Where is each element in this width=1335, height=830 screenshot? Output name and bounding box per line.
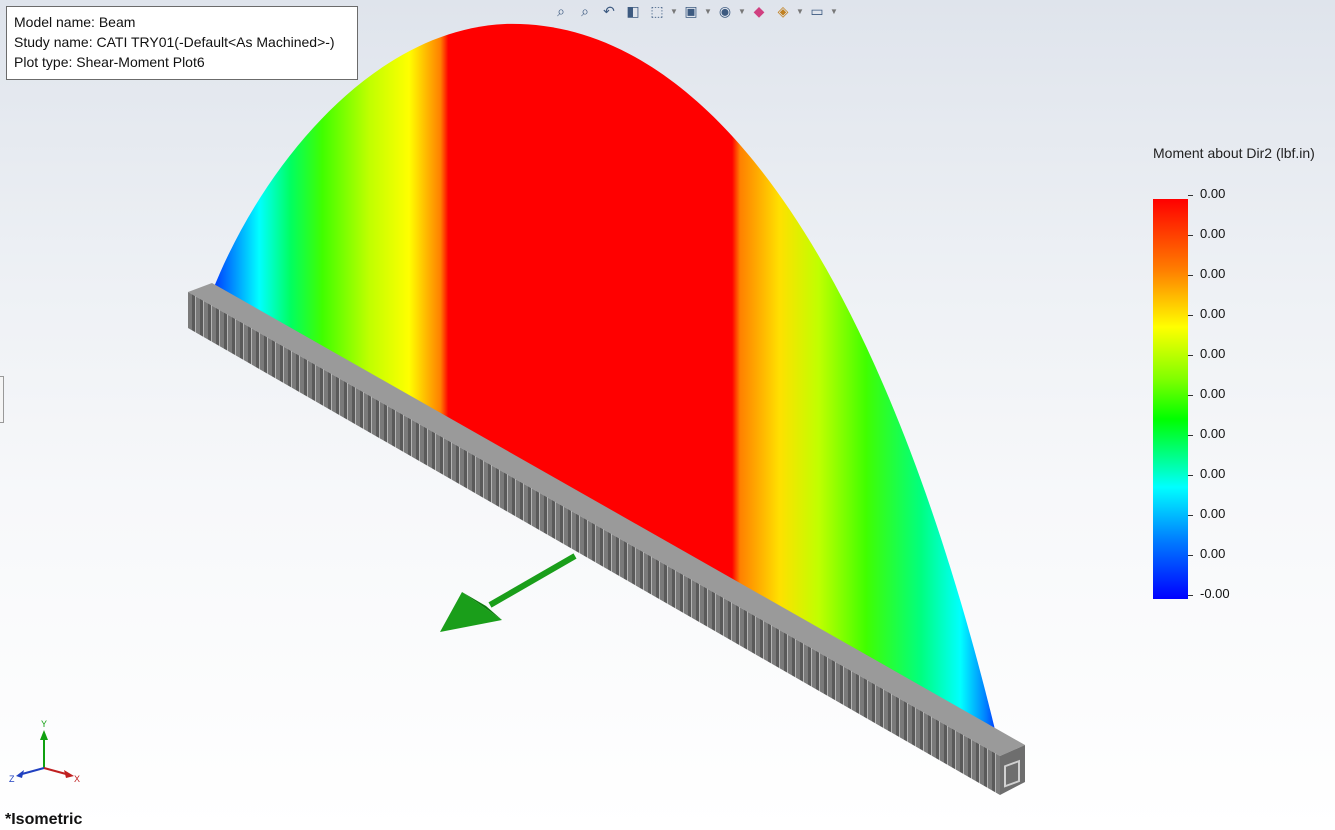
view-settings-icon[interactable]: ▭ <box>806 0 828 22</box>
legend-tick <box>1188 555 1193 556</box>
legend-tick <box>1188 355 1193 356</box>
legend-tick <box>1188 515 1193 516</box>
legend-tick <box>1188 435 1193 436</box>
legend-color-bar <box>1153 199 1188 599</box>
zoom-to-fit-icon[interactable]: ⌕ <box>550 0 572 22</box>
legend-value-label: 0.00 <box>1200 306 1226 321</box>
legend-value-label: 0.00 <box>1200 346 1226 361</box>
legend-tick <box>1188 315 1193 316</box>
legend-tick <box>1188 595 1193 596</box>
view-orientation-icon[interactable]: ⬚ <box>646 0 668 22</box>
legend-tick <box>1188 475 1193 476</box>
legend-value-label: 0.00 <box>1200 186 1226 201</box>
legend-value-label: 0.00 <box>1200 386 1226 401</box>
plot-info-box: Model name: Beam Study name: CATI TRY01(… <box>6 6 358 80</box>
triad-x-label: X <box>74 774 80 784</box>
legend-value-label: 0.00 <box>1200 226 1226 241</box>
legend-value-label: 0.00 <box>1200 546 1226 561</box>
axis-triad: Y X Z <box>9 719 80 784</box>
triad-y-label: Y <box>41 719 47 729</box>
zoom-to-area-icon[interactable]: ⌕ <box>574 0 596 22</box>
study-name-label: Study name: CATI TRY01(-Default<As Machi… <box>14 34 335 50</box>
legend-tick <box>1188 275 1193 276</box>
chevron-down-icon[interactable]: ▼ <box>830 7 838 16</box>
legend-tick <box>1188 195 1193 196</box>
display-style-icon[interactable]: ▣ <box>680 0 702 22</box>
graphics-viewport[interactable] <box>0 0 1335 830</box>
edit-appearance-icon[interactable]: ◆ <box>748 0 770 22</box>
legend-value-label: 0.00 <box>1200 506 1226 521</box>
plot-type-label: Plot type: Shear-Moment Plot6 <box>14 54 205 70</box>
legend-value-label: 0.00 <box>1200 466 1226 481</box>
hide-show-icon[interactable]: ◉ <box>714 0 736 22</box>
legend-value-label: 0.00 <box>1200 266 1226 281</box>
triad-z-label: Z <box>9 774 15 784</box>
view-orientation-label: *Isometric <box>5 811 83 828</box>
legend-tick <box>1188 235 1193 236</box>
legend-value-label: 0.00 <box>1200 426 1226 441</box>
legend-tick <box>1188 395 1193 396</box>
section-view-icon[interactable]: ◧ <box>622 0 644 22</box>
legend-title: Moment about Dir2 (lbf.in) <box>1153 145 1315 161</box>
heads-up-view-toolbar: ⌕ ⌕ ↶ ◧ ⬚ ▼ ▣ ▼ ◉ ▼ ◆ ◈ ▼ ▭ ▼ <box>550 0 838 22</box>
model-name-label: Model name: Beam <box>14 14 136 30</box>
chevron-down-icon[interactable]: ▼ <box>670 7 678 16</box>
chevron-down-icon[interactable]: ▼ <box>704 7 712 16</box>
chevron-down-icon[interactable]: ▼ <box>738 7 746 16</box>
apply-scene-icon[interactable]: ◈ <box>772 0 794 22</box>
side-panel-tab[interactable] <box>0 376 4 423</box>
load-arrow <box>440 553 577 632</box>
previous-view-icon[interactable]: ↶ <box>598 0 620 22</box>
chevron-down-icon[interactable]: ▼ <box>796 7 804 16</box>
legend-value-label: -0.00 <box>1200 586 1230 601</box>
